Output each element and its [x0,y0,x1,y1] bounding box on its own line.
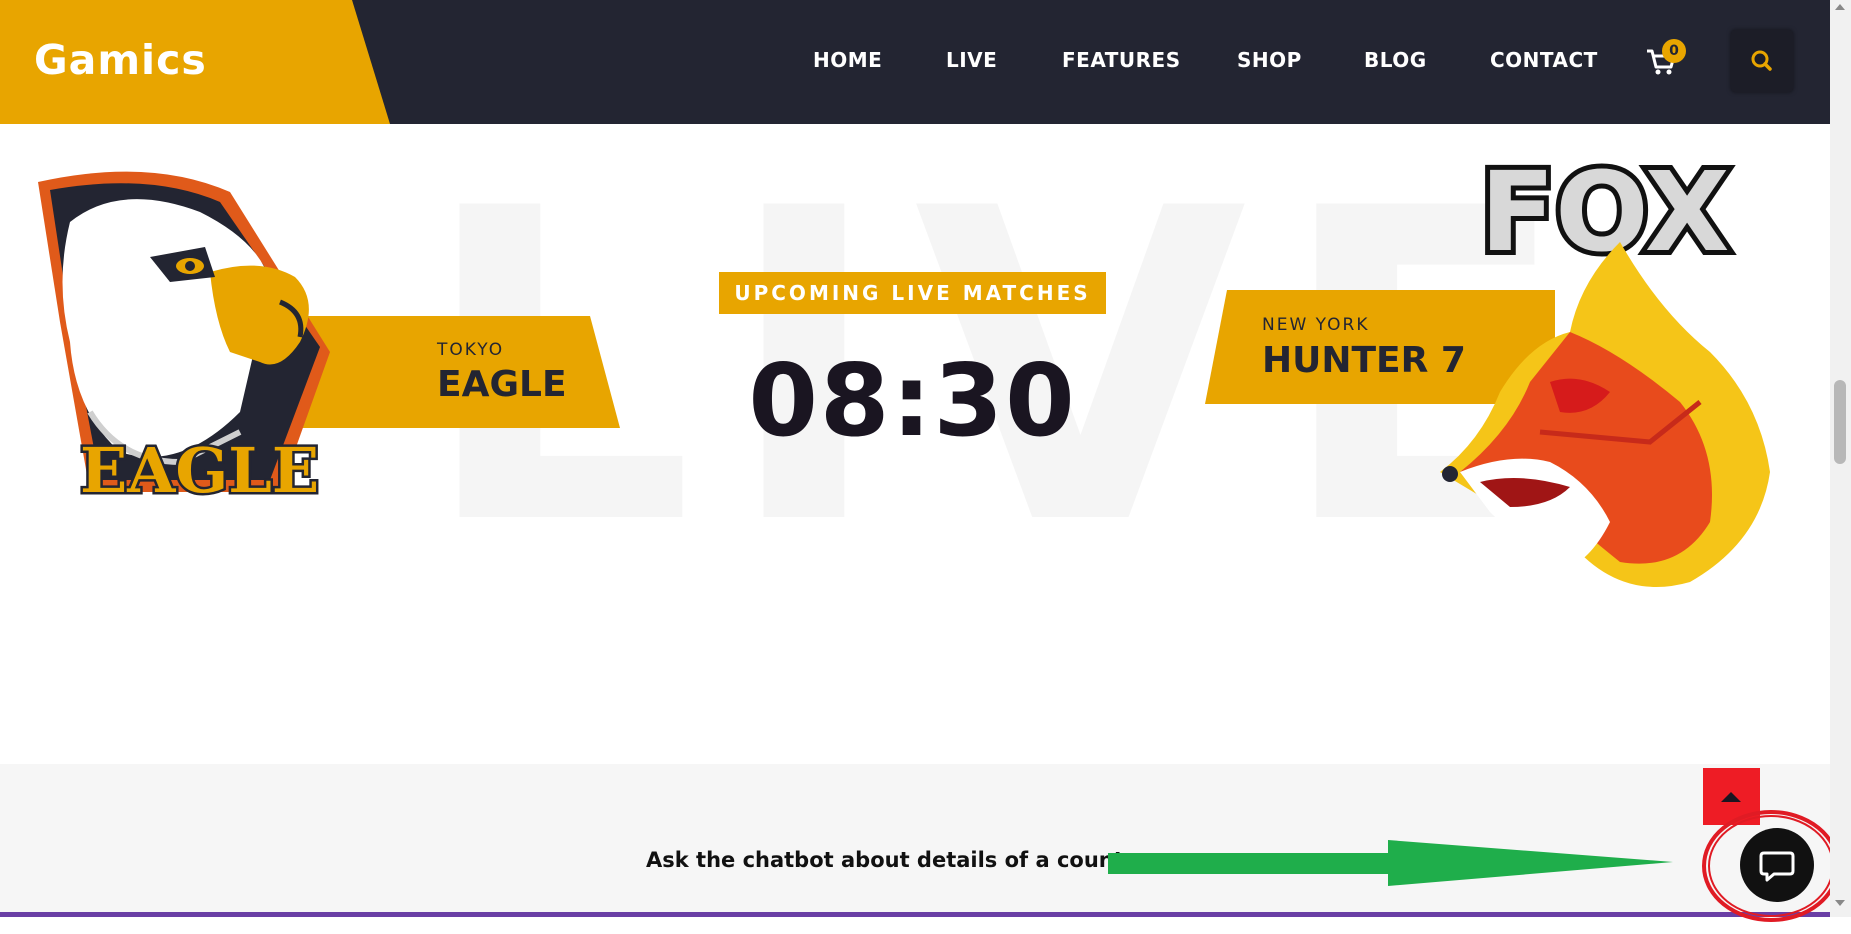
chatbot-hint: Ask the chatbot about details of a count… [646,848,1148,872]
eagle-logo-icon[interactable]: EAGLE [30,162,370,562]
nav-home[interactable]: HOME [813,48,882,72]
caret-up-icon [1721,792,1741,802]
left-team-city: TOKYO [437,340,505,360]
nav-shop[interactable]: SHOP [1237,48,1302,72]
page-scrollbar[interactable] [1830,0,1851,917]
strip-divider [0,912,1830,917]
upcoming-matches-label: UPCOMING LIVE MATCHES [719,272,1106,314]
chat-bubble-icon [1759,851,1795,882]
scroll-up-arrow-icon[interactable] [1835,4,1845,10]
nav-live[interactable]: LIVE [946,48,997,72]
annotation-arrow-icon [1108,840,1673,886]
fox-logo-text: FOX [1480,148,1730,276]
scrollbar-thumb[interactable] [1834,380,1846,464]
chatbot-button[interactable] [1740,828,1814,902]
fox-logo-icon[interactable]: FOX [1420,142,1800,602]
brand-logo[interactable]: Gamics [34,36,207,84]
live-match-hero: LIVE EAGLE TOKYO EAGLE UPCOMING LIVE MAT… [0,124,1830,764]
nav-contact[interactable]: CONTACT [1490,48,1598,72]
left-team-name[interactable]: EAGLE [437,364,567,405]
nav-blog[interactable]: BLOG [1364,48,1427,72]
search-icon [1751,50,1772,71]
cart-count-badge: 0 [1662,39,1686,63]
site-header: Gamics HOME LIVE FEATURES SHOP BLOG CONT… [0,0,1830,124]
eagle-logo-text: EAGLE [80,434,319,507]
nav-features[interactable]: FEATURES [1062,48,1181,72]
right-team-city: NEW YORK [1262,315,1370,335]
search-button[interactable] [1731,30,1793,92]
match-time: 08:30 [748,342,1077,459]
scroll-down-arrow-icon[interactable] [1835,900,1845,906]
chatbot-strip [0,764,1830,914]
